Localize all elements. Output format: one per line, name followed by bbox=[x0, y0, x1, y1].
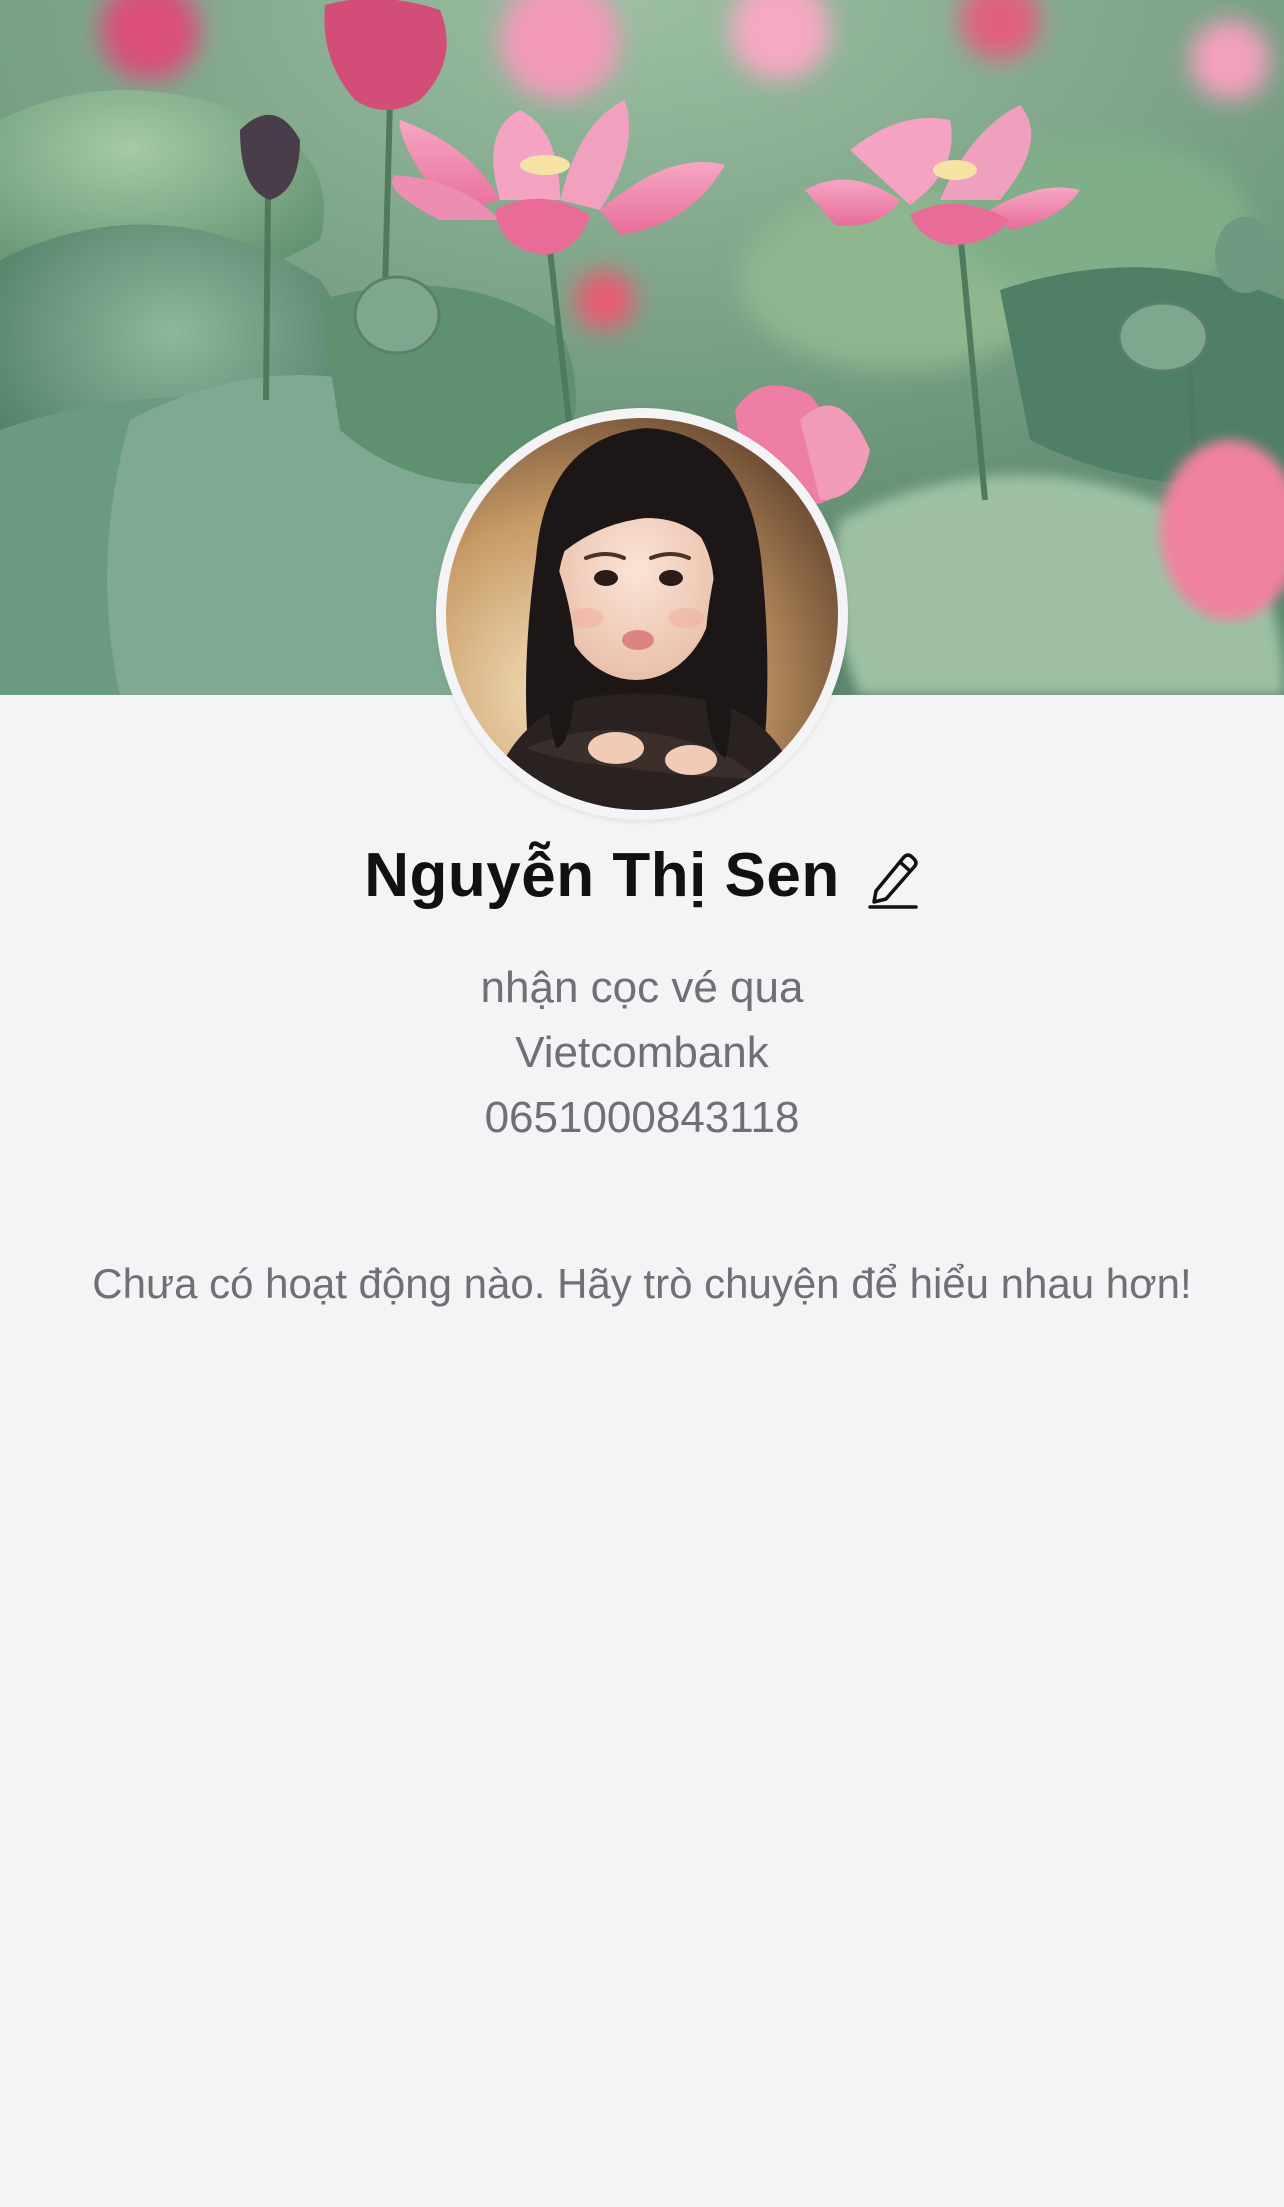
avatar-photo bbox=[446, 418, 838, 810]
profile-name: Nguyễn Thị Sen bbox=[364, 841, 840, 910]
bio-line: 0651000843118 bbox=[484, 1093, 800, 1142]
pencil-icon[interactable] bbox=[866, 849, 920, 909]
avatar[interactable] bbox=[446, 418, 838, 810]
bio-line: Vietcombank bbox=[515, 1028, 769, 1077]
empty-activity-message: Chưa có hoạt động nào. Hãy trò chuyện để… bbox=[92, 1260, 1192, 1307]
profile-name-row: Nguyễn Thị Sen bbox=[0, 840, 1284, 911]
profile-bio: nhận cọc vé qua Vietcombank 065100084311… bbox=[0, 955, 1284, 1150]
bio-line: nhận cọc vé qua bbox=[480, 963, 804, 1012]
